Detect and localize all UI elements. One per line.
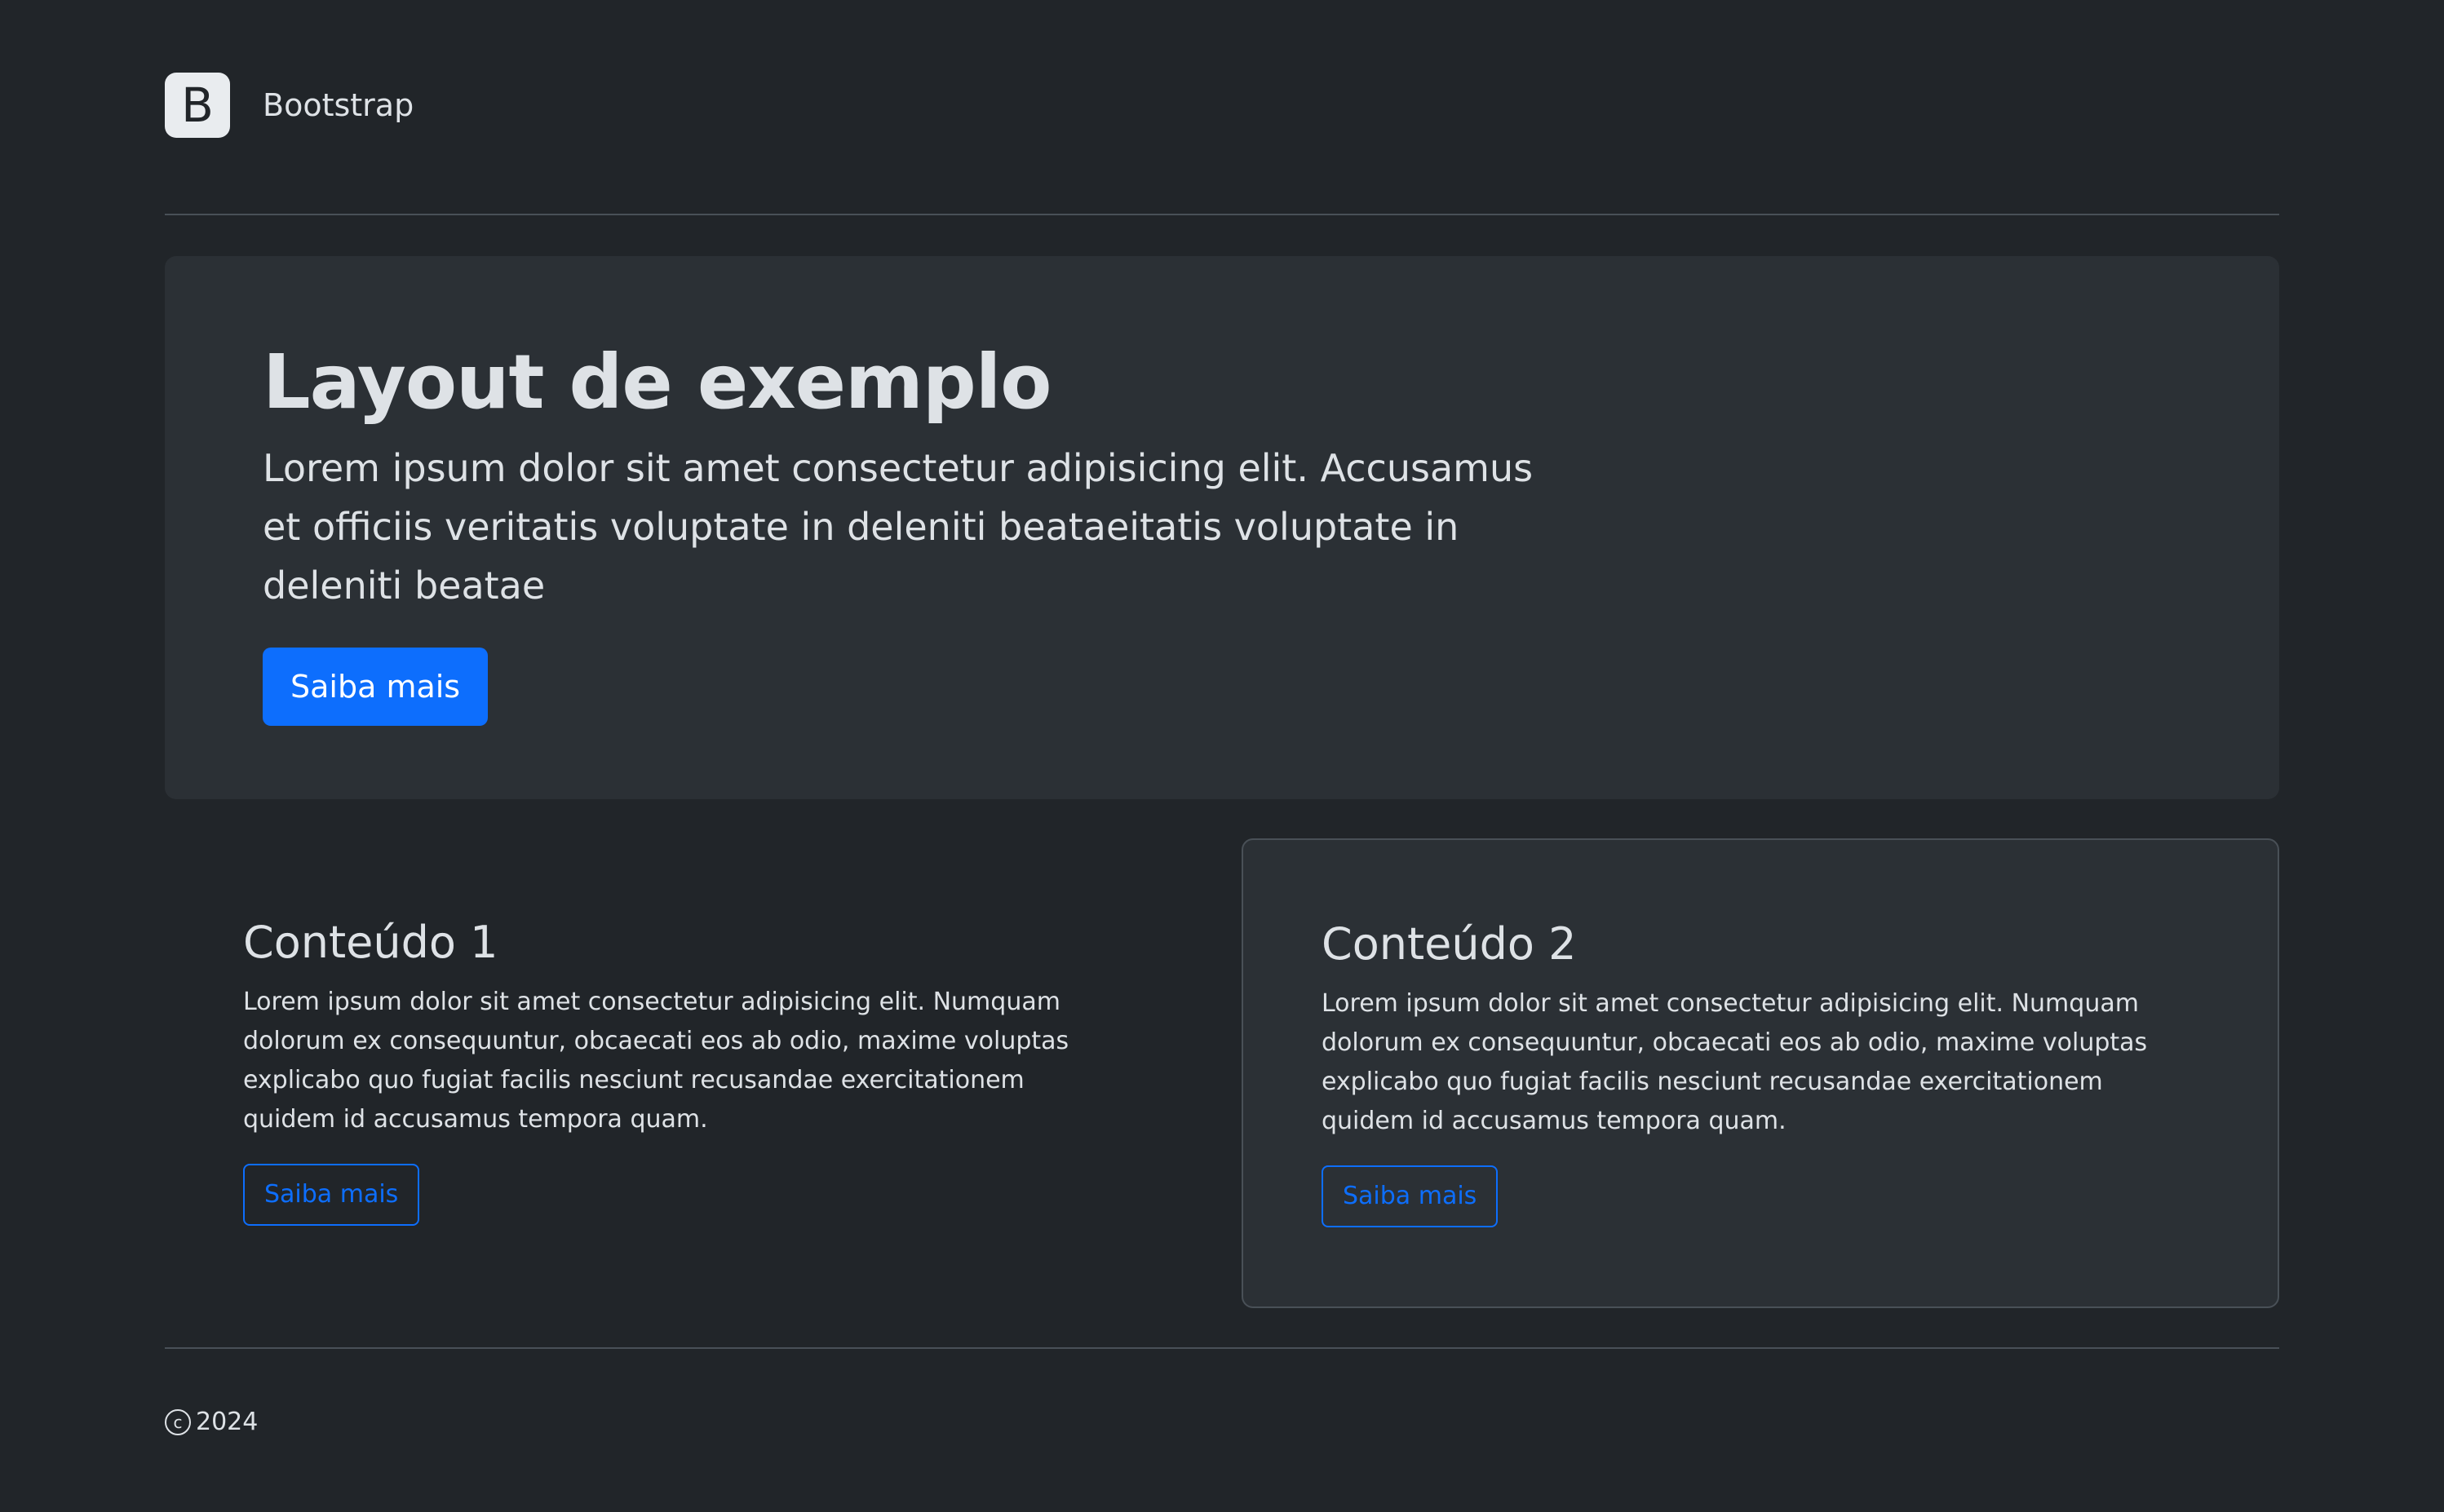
content-2-learn-more-button[interactable]: Saiba mais — [1322, 1165, 1499, 1227]
site-header: B Bootstrap — [165, 0, 2279, 215]
site-footer: c 2024 — [165, 1347, 2279, 1436]
content-column-2: Conteúdo 2 Lorem ipsum dolor sit amet co… — [1242, 838, 2279, 1308]
content-row: Conteúdo 1 Lorem ipsum dolor sit amet co… — [165, 838, 2279, 1308]
footer-year: 2024 — [196, 1408, 259, 1436]
copyright-icon: c — [165, 1408, 191, 1435]
content-1-text: Lorem ipsum dolor sit amet consectetur a… — [243, 987, 1069, 1134]
content-1-learn-more-button[interactable]: Saiba mais — [243, 1163, 420, 1226]
content-2-title: Conteúdo 2 — [1322, 918, 1577, 970]
hero-text: Lorem ipsum dolor sit amet consectetur a… — [263, 446, 1534, 608]
page-container: B Bootstrap Layout de exemplo Lorem ipsu… — [165, 0, 2279, 1436]
content-1-title: Conteúdo 1 — [243, 917, 498, 968]
content-2-text: Lorem ipsum dolor sit amet consectetur a… — [1322, 988, 2148, 1135]
content-column-1: Conteúdo 1 Lorem ipsum dolor sit amet co… — [165, 838, 1202, 1308]
hero-section: Layout de exemplo Lorem ipsum dolor sit … — [165, 256, 2279, 799]
bootstrap-logo-icon[interactable]: B — [165, 73, 230, 138]
hero-title: Layout de exemplo — [263, 338, 1052, 426]
hero-learn-more-button[interactable]: Saiba mais — [263, 648, 489, 727]
brand-link[interactable]: Bootstrap — [263, 87, 414, 123]
